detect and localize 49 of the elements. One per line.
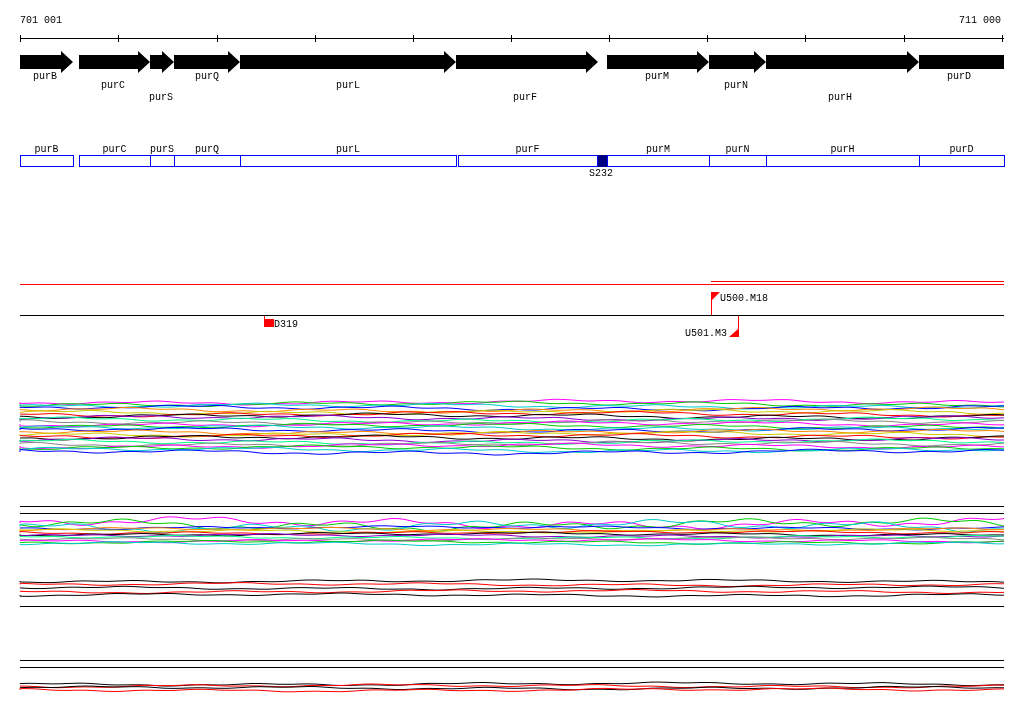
feature-box[interactable] bbox=[607, 155, 710, 167]
feature-box[interactable] bbox=[919, 155, 1005, 167]
feature-box[interactable] bbox=[150, 155, 175, 167]
marker-flag[interactable] bbox=[264, 315, 274, 328]
feature-label: purM bbox=[646, 144, 670, 155]
gene-label: purN bbox=[724, 80, 748, 91]
gene-arrow[interactable] bbox=[174, 51, 240, 73]
ruler-end-label: 711 000 bbox=[959, 15, 1001, 26]
gene-arrow[interactable] bbox=[456, 51, 598, 73]
marker-flag[interactable] bbox=[729, 315, 739, 338]
marker-label: U501.M3 bbox=[685, 328, 727, 339]
gene-label: purH bbox=[828, 92, 852, 103]
feature-box[interactable] bbox=[79, 155, 151, 167]
feature-label: purF bbox=[515, 144, 540, 155]
gene-label: purM bbox=[645, 71, 669, 82]
feature-label: purD bbox=[949, 144, 974, 155]
gene-label: purS bbox=[149, 92, 173, 103]
gene-label: purL bbox=[336, 80, 360, 91]
marker-label: S232 bbox=[589, 168, 613, 179]
feature-box[interactable] bbox=[766, 155, 920, 167]
gene-arrow[interactable] bbox=[607, 51, 709, 73]
gene-arrow[interactable] bbox=[709, 51, 766, 73]
gene-label: purF bbox=[513, 92, 537, 103]
feature-box[interactable] bbox=[20, 155, 74, 167]
feature-label: purN bbox=[725, 144, 750, 155]
gene-arrow[interactable] bbox=[150, 51, 174, 73]
gene-arrow[interactable] bbox=[766, 51, 919, 73]
gene-label: purC bbox=[101, 80, 125, 91]
gene-arrow[interactable] bbox=[79, 51, 150, 73]
feature-label: purQ bbox=[195, 144, 219, 155]
gene-label: purD bbox=[947, 71, 971, 82]
site-marker[interactable] bbox=[598, 155, 607, 167]
gene-arrow[interactable] bbox=[240, 51, 456, 73]
feature-box[interactable] bbox=[174, 155, 241, 167]
feature-box[interactable] bbox=[458, 155, 598, 167]
marker-flag[interactable] bbox=[711, 291, 720, 316]
feature-label: purS bbox=[150, 144, 174, 155]
feature-label: purC bbox=[102, 144, 127, 155]
ruler-start-label: 701 001 bbox=[20, 15, 62, 26]
feature-box[interactable] bbox=[709, 155, 767, 167]
marker-label: U500.M18 bbox=[720, 293, 768, 304]
feature-label: purB bbox=[34, 144, 59, 155]
gene-label: purQ bbox=[195, 71, 219, 82]
gene-arrow[interactable] bbox=[20, 51, 73, 73]
gene-label: purB bbox=[33, 71, 57, 82]
feature-label: purL bbox=[336, 144, 360, 155]
feature-label: purH bbox=[830, 144, 855, 155]
marker-label: D319 bbox=[274, 319, 298, 330]
feature-box[interactable] bbox=[240, 155, 457, 167]
